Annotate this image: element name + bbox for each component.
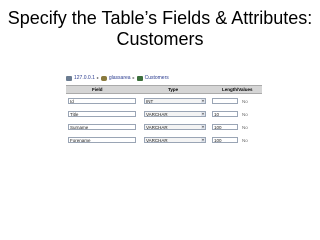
length-input[interactable]: 100 bbox=[212, 124, 238, 130]
slide-title: Specify the Table’s Fields & Attributes:… bbox=[7, 8, 313, 49]
breadcrumb: 127.0.0.1 ▸ glassarea ▸ Customers bbox=[66, 74, 262, 82]
length-input[interactable]: 10 bbox=[212, 111, 238, 117]
type-select[interactable]: INT ▼ bbox=[144, 98, 206, 104]
attribute-value: No bbox=[242, 112, 248, 117]
length-input[interactable] bbox=[212, 98, 238, 104]
breadcrumb-database[interactable]: glassarea bbox=[109, 74, 131, 82]
type-select-value: VARCHAR bbox=[146, 138, 168, 143]
table-header: Field Type Length/Values bbox=[66, 85, 262, 94]
server-icon bbox=[66, 75, 72, 81]
chevron-down-icon: ▼ bbox=[201, 125, 205, 129]
table-row: Title VARCHAR ▼ 10 No bbox=[66, 109, 262, 120]
length-input[interactable]: 100 bbox=[212, 137, 238, 143]
field-name-input[interactable]: Title bbox=[68, 111, 136, 117]
column-header-field: Field bbox=[92, 87, 103, 92]
breadcrumb-separator: ▸ bbox=[96, 75, 99, 80]
chevron-down-icon: ▼ bbox=[201, 99, 205, 103]
table-row: Surname VARCHAR ▼ 100 No bbox=[66, 122, 262, 133]
attribute-value: No bbox=[242, 125, 248, 130]
breadcrumb-table[interactable]: Customers bbox=[145, 74, 169, 82]
attribute-value: No bbox=[242, 138, 248, 143]
type-select-value: VARCHAR bbox=[146, 112, 168, 117]
breadcrumb-separator: ▸ bbox=[132, 75, 135, 80]
table-row: Forename VARCHAR ▼ 100 No bbox=[66, 135, 262, 146]
breadcrumb-server[interactable]: 127.0.0.1 bbox=[74, 74, 95, 82]
phpmyadmin-table-editor: 127.0.0.1 ▸ glassarea ▸ Customers Field … bbox=[64, 72, 264, 168]
field-name-input[interactable]: Forename bbox=[68, 137, 136, 143]
type-select[interactable]: VARCHAR ▼ bbox=[144, 137, 206, 143]
field-name-input[interactable]: Id bbox=[68, 98, 136, 104]
type-select-value: INT bbox=[146, 99, 154, 104]
type-select[interactable]: VARCHAR ▼ bbox=[144, 124, 206, 130]
type-select[interactable]: VARCHAR ▼ bbox=[144, 111, 206, 117]
chevron-down-icon: ▼ bbox=[201, 138, 205, 142]
table-row: Id INT ▼ No bbox=[66, 96, 262, 107]
chevron-down-icon: ▼ bbox=[201, 112, 205, 116]
field-name-input[interactable]: Surname bbox=[68, 124, 136, 130]
column-header-length: Length/Values bbox=[222, 87, 253, 92]
column-header-type: Type bbox=[168, 87, 179, 92]
database-icon bbox=[100, 75, 107, 81]
attribute-value: No bbox=[242, 99, 248, 104]
table-icon bbox=[136, 75, 143, 81]
type-select-value: VARCHAR bbox=[146, 125, 168, 130]
